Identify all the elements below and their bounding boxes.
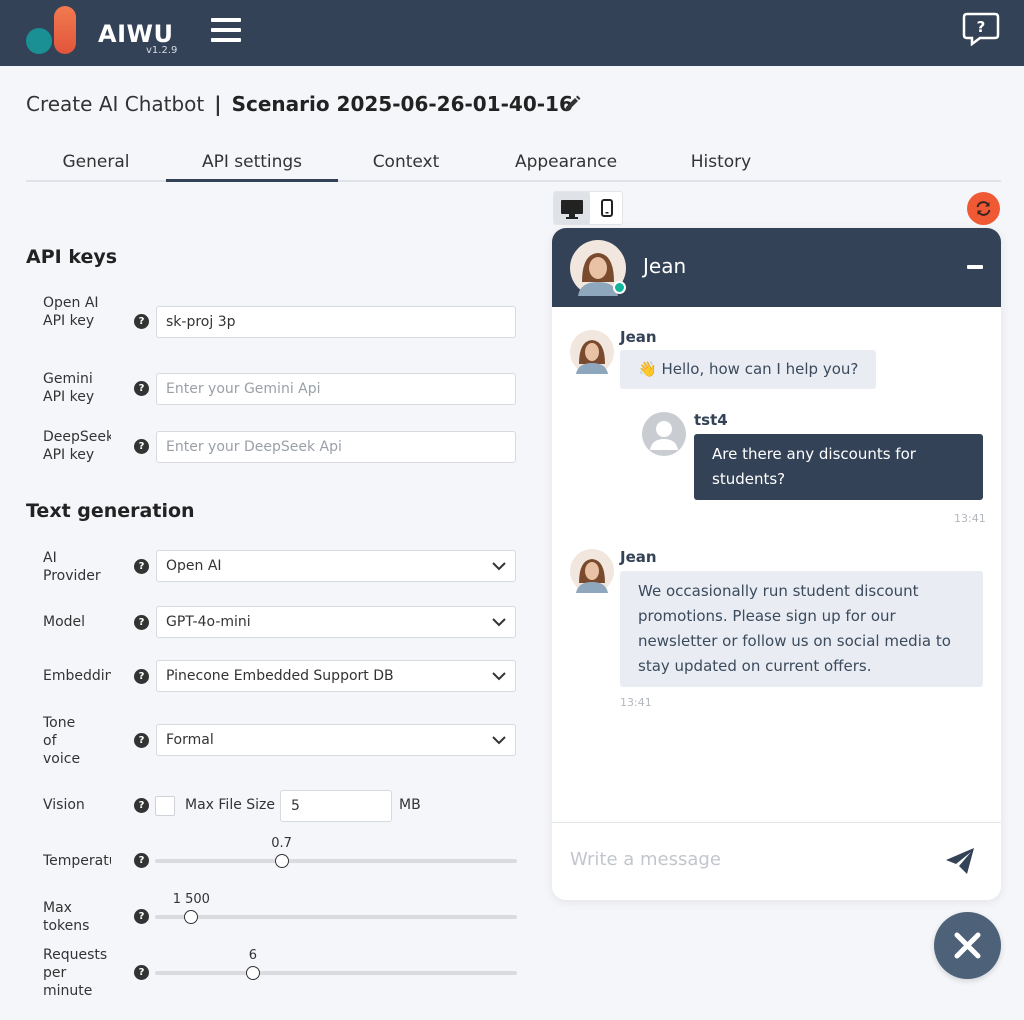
minimize-icon[interactable]	[967, 265, 983, 269]
help-question-icon[interactable]: ?	[134, 559, 149, 574]
aiwu-logo[interactable]	[26, 6, 78, 56]
scenario-name: Scenario 2025-06-26-01-40-16	[231, 92, 573, 116]
tone-label: Tone of voice	[43, 715, 81, 767]
monitor-icon	[561, 200, 583, 219]
bot-avatar	[570, 549, 614, 593]
embedding-value: Pinecone Embedded Support DB	[166, 668, 394, 684]
chat-footer: Write a message	[552, 822, 1001, 900]
user-avatar-icon	[642, 412, 686, 456]
device-toggle	[553, 191, 623, 225]
ai-provider-select[interactable]: Open AI	[156, 550, 516, 582]
message-time: 13:41	[954, 512, 986, 525]
bot-message-bubble: We occasionally run student discount pro…	[620, 571, 983, 687]
online-status-dot	[613, 281, 626, 294]
rpm-value: 6	[248, 948, 258, 963]
max-tokens-slider-thumb[interactable]	[184, 910, 199, 924]
tab-api-settings[interactable]: API settings	[166, 152, 338, 182]
max-tokens-value: 1 500	[172, 892, 210, 907]
close-icon	[954, 932, 981, 959]
chat-preview-window: Jean Jean 👋 Hello, how can I help you? t…	[552, 228, 1001, 900]
openai-key-label: Open AI API key	[43, 295, 99, 329]
embedding-label: Embedding	[43, 668, 111, 684]
chat-header: Jean	[552, 228, 1001, 307]
top-bar: AIWU v1.2.9 ?	[0, 0, 1024, 66]
rpm-label: Requests per minute	[43, 947, 108, 999]
tab-history[interactable]: History	[676, 152, 766, 182]
chat-bot-name: Jean	[643, 254, 687, 278]
help-question-icon[interactable]: ?	[134, 615, 149, 630]
message-sender: Jean	[620, 328, 657, 346]
svg-text:?: ?	[977, 18, 986, 36]
help-question-icon[interactable]: ?	[134, 669, 149, 684]
openai-key-input[interactable]: sk-proj 3p	[156, 306, 516, 338]
pencil-edit-icon[interactable]	[563, 95, 581, 113]
ai-provider-value: Open AI	[166, 558, 222, 574]
gemini-key-label: Gemini API key	[43, 371, 95, 405]
model-label: Model	[43, 614, 86, 630]
help-question-icon[interactable]: ?	[134, 439, 149, 454]
title-prefix: Create AI Chatbot	[26, 92, 205, 116]
page-title: Create AI Chatbot | Scenario 2025-06-26-01…	[26, 92, 573, 116]
temperature-value: 0.7	[271, 836, 292, 851]
message-sender: Jean	[620, 548, 657, 566]
chevron-down-icon	[492, 736, 506, 745]
vision-label: Vision	[43, 797, 85, 813]
message-time: 13:41	[620, 696, 652, 709]
temperature-slider-track[interactable]	[155, 859, 517, 863]
temperature-label: Temperature	[43, 853, 111, 869]
brand-name: AIWU	[98, 20, 174, 48]
version-label: v1.2.9	[146, 45, 178, 56]
gemini-key-input[interactable]: Enter your Gemini Api	[156, 373, 516, 405]
close-chat-button[interactable]	[934, 912, 1001, 979]
tone-value: Formal	[166, 732, 214, 748]
ai-provider-label: AI Provider	[43, 550, 101, 584]
bot-avatar	[570, 330, 614, 374]
tab-context[interactable]: Context	[356, 152, 456, 182]
chevron-down-icon	[492, 672, 506, 681]
rpm-slider-thumb[interactable]	[245, 966, 260, 980]
bot-message-bubble: 👋 Hello, how can I help you?	[620, 350, 877, 389]
embedding-select[interactable]: Pinecone Embedded Support DB	[156, 660, 516, 692]
help-question-icon[interactable]: ?	[134, 853, 149, 868]
title-separator: |	[214, 92, 222, 116]
max-tokens-slider-track[interactable]	[155, 915, 517, 919]
chevron-down-icon	[492, 618, 506, 627]
rpm-slider-track[interactable]	[155, 971, 517, 975]
mb-unit-label: MB	[399, 797, 421, 813]
tab-general[interactable]: General	[46, 152, 146, 182]
mobile-view-button[interactable]	[590, 192, 624, 224]
help-question-icon[interactable]: ?	[134, 909, 149, 924]
max-tokens-label: Max tokens	[43, 900, 90, 934]
help-chat-icon[interactable]: ?	[962, 12, 1000, 46]
tab-appearance[interactable]: Appearance	[496, 152, 636, 182]
refresh-button[interactable]	[967, 192, 1000, 225]
max-file-size-label: Max File Size	[185, 797, 276, 813]
message-input[interactable]: Write a message	[570, 849, 721, 870]
help-question-icon[interactable]: ?	[134, 965, 149, 980]
temperature-slider-thumb[interactable]	[274, 854, 289, 868]
smartphone-icon	[601, 199, 613, 217]
hamburger-menu-icon[interactable]	[211, 18, 241, 42]
vision-checkbox[interactable]	[155, 796, 175, 816]
refresh-icon	[976, 201, 991, 216]
model-select[interactable]: GPT-4o-mini	[156, 606, 516, 638]
chevron-down-icon	[492, 562, 506, 571]
user-message-bubble: Are there any discounts for students?	[694, 434, 983, 500]
send-paper-plane-icon[interactable]	[945, 847, 975, 875]
desktop-view-button[interactable]	[554, 192, 590, 224]
help-question-icon[interactable]: ?	[134, 314, 149, 329]
help-question-icon[interactable]: ?	[134, 381, 149, 396]
max-file-size-input[interactable]: 5	[280, 790, 392, 822]
help-question-icon[interactable]: ?	[134, 798, 149, 813]
message-sender: tst4	[694, 411, 728, 429]
deepseek-key-label: DeepSeek API key	[43, 429, 111, 463]
text-generation-heading: Text generation	[26, 500, 195, 522]
settings-tabs: General API settings Context Appearance …	[26, 150, 1001, 182]
deepseek-key-input[interactable]: Enter your DeepSeek Api	[156, 431, 516, 463]
model-value: GPT-4o-mini	[166, 614, 251, 630]
help-question-icon[interactable]: ?	[134, 733, 149, 748]
tone-select[interactable]: Formal	[156, 724, 516, 756]
api-keys-heading: API keys	[26, 246, 118, 268]
